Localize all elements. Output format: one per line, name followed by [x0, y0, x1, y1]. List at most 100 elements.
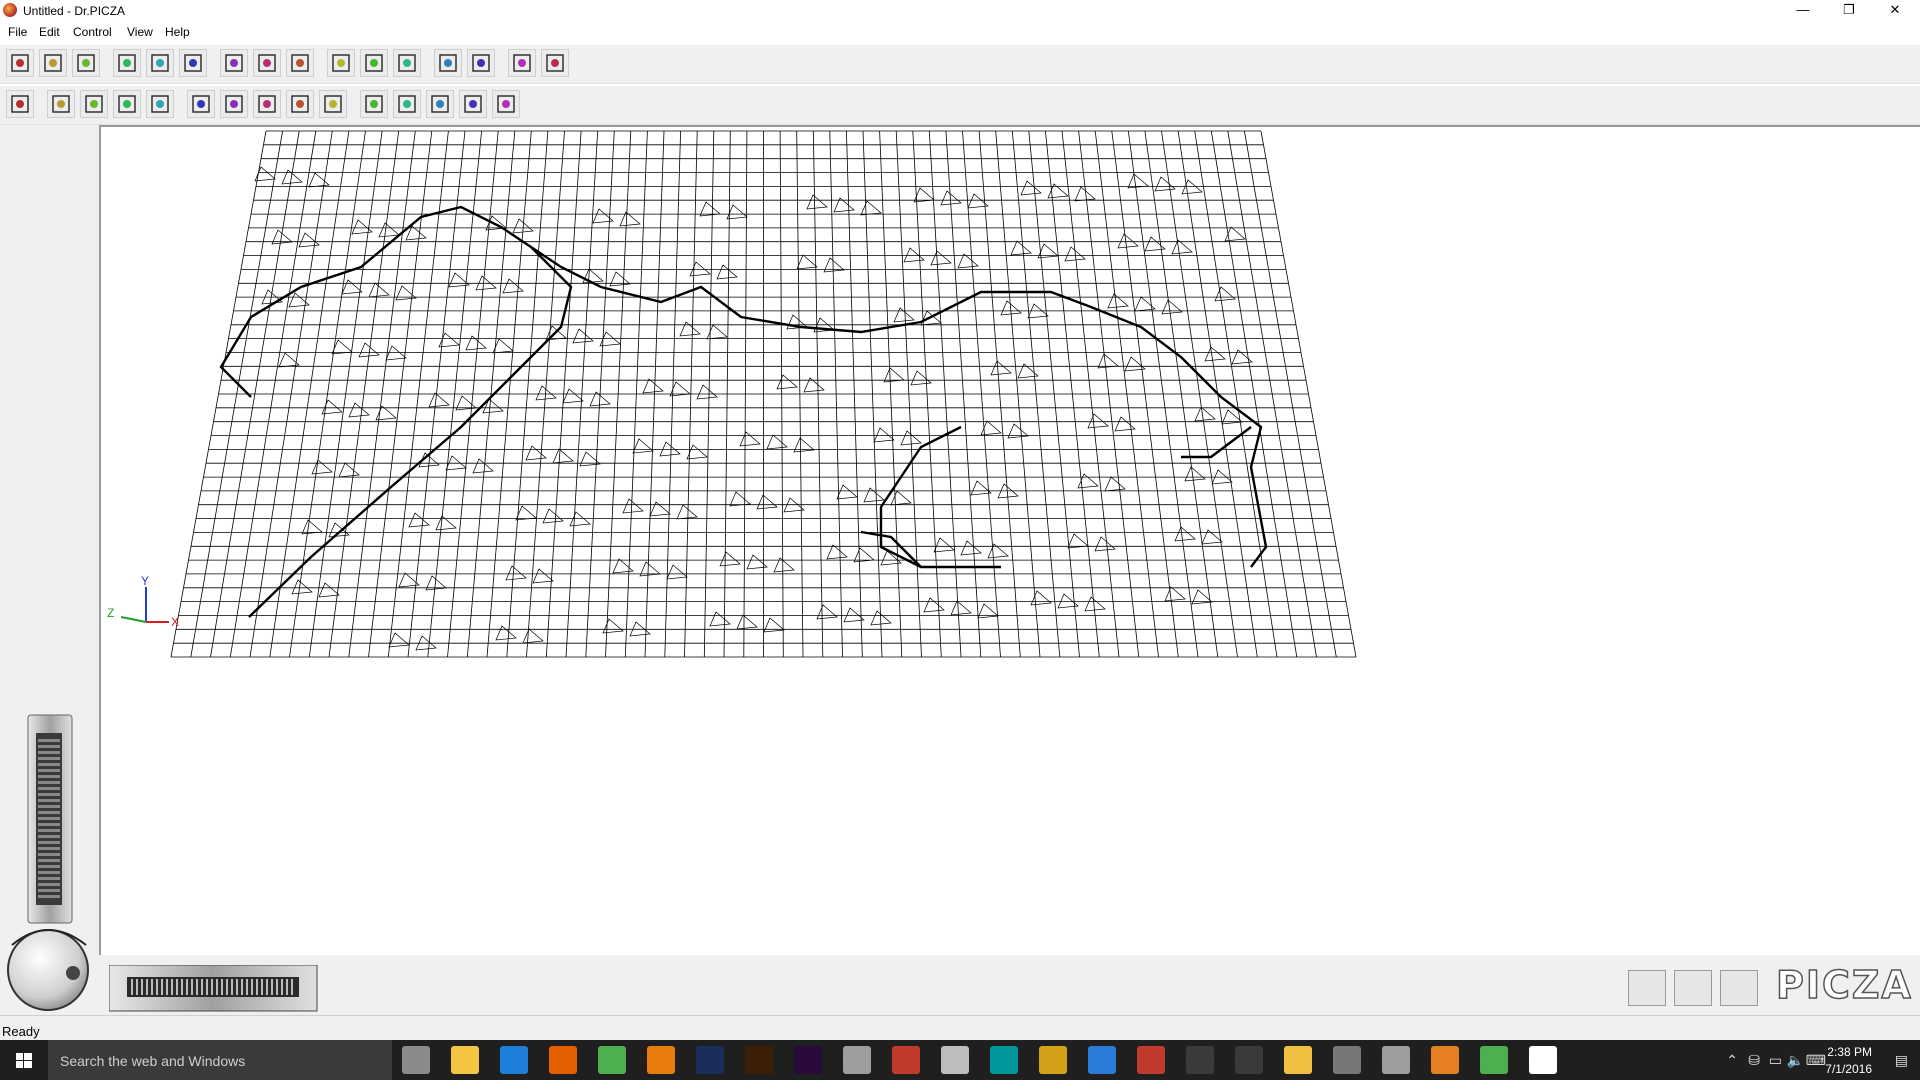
wireframe-mesh: Y X Z [107, 130, 1357, 658]
power-icon[interactable]: ▭ [1769, 1052, 1782, 1069]
view-3d-button[interactable] [72, 49, 100, 77]
system-tray: ⌃ ⛁ ▭ 🔈 ⌨ 2:38 PM 7/1/2016 ▤ [1680, 1040, 1920, 1080]
calendar-icon[interactable] [1235, 1046, 1263, 1074]
close-button[interactable]: ✕ [1872, 0, 1918, 22]
layers-tool-button[interactable] [434, 49, 462, 77]
rotate-tool-button[interactable] [6, 49, 34, 77]
pan-tool-button[interactable] [39, 49, 67, 77]
app-mail-icon[interactable] [1284, 1046, 1312, 1074]
status-bar: Ready [0, 1015, 1920, 1041]
shade-plain-button[interactable] [253, 49, 281, 77]
zoom-select-button[interactable] [80, 90, 108, 118]
hand-tool-button[interactable] [6, 90, 34, 118]
app-red-icon[interactable] [892, 1046, 920, 1074]
clock-date[interactable]: 7/1/2016 [1825, 1062, 1872, 1076]
view-3d-icon [77, 54, 95, 72]
clock-time[interactable]: 2:38 PM [1827, 1045, 1872, 1059]
exit-door-button[interactable] [1720, 970, 1758, 1006]
picza-logo: PICZA [1775, 963, 1913, 1007]
start-button[interactable] [0, 1040, 48, 1080]
settings-tool-icon [546, 54, 564, 72]
hand-tool-icon [11, 95, 29, 113]
task-view-icon[interactable] [402, 1046, 430, 1074]
maximize-button[interactable]: ❐ [1826, 0, 1872, 22]
menu-file[interactable]: File [8, 25, 27, 39]
menu-help[interactable]: Help [165, 25, 190, 39]
box-top-button[interactable] [426, 90, 454, 118]
box-iso-icon [497, 95, 515, 113]
app-settings-icon[interactable] [1529, 1046, 1557, 1074]
crop-tool-icon [324, 95, 342, 113]
image-tool-button[interactable] [146, 90, 174, 118]
box-iso-button[interactable] [492, 90, 520, 118]
chevron-up-icon[interactable]: ⌃ [1726, 1052, 1738, 1069]
pick-tool-button[interactable] [113, 90, 141, 118]
status-text: Ready [2, 1024, 40, 1039]
box-front-button[interactable] [360, 90, 388, 118]
arduino-icon[interactable] [990, 1046, 1018, 1074]
notifications-icon[interactable]: ▤ [1895, 1052, 1908, 1069]
box-side-button[interactable] [393, 90, 421, 118]
photoshop-icon[interactable] [696, 1046, 724, 1074]
select-rect-button[interactable] [47, 90, 75, 118]
menu-control[interactable]: Control [73, 25, 112, 39]
calculator-icon[interactable] [1186, 1046, 1214, 1074]
grid-tool-button[interactable] [286, 90, 314, 118]
axis-label-x: X [171, 615, 179, 629]
app-film-icon[interactable] [1333, 1046, 1361, 1074]
zoom-in-icon [118, 54, 136, 72]
minimize-button[interactable]: — [1780, 0, 1826, 22]
visual-studio-icon[interactable] [1088, 1046, 1116, 1074]
menu-view[interactable]: View [127, 25, 153, 39]
shade-plain-icon [258, 54, 276, 72]
print-button[interactable] [1674, 970, 1712, 1006]
toolbar-bottom [0, 86, 1920, 125]
mirror-h-button[interactable] [220, 90, 248, 118]
settings-tool-button[interactable] [541, 49, 569, 77]
taskbar-search[interactable]: Search the web and Windows [48, 1040, 392, 1080]
app-badger2-icon[interactable] [1382, 1046, 1410, 1074]
wireframe-button[interactable] [220, 49, 248, 77]
edge-icon[interactable] [500, 1046, 528, 1074]
window-view-button[interactable] [1628, 970, 1666, 1006]
draw-pen-button[interactable] [360, 49, 388, 77]
chrome-2-icon[interactable] [1480, 1046, 1508, 1074]
premiere-icon[interactable] [794, 1046, 822, 1074]
scan-tool-icon [513, 54, 531, 72]
app-eagle-icon[interactable] [1137, 1046, 1165, 1074]
fill-tool-button[interactable] [327, 49, 355, 77]
volume-icon[interactable]: 🔈 [1787, 1052, 1804, 1069]
axis-indicator: Y X Z [107, 574, 179, 629]
box-rear-button[interactable] [459, 90, 487, 118]
crop-tool-button[interactable] [319, 90, 347, 118]
chrome-icon[interactable] [598, 1046, 626, 1074]
blank-tool-button[interactable] [393, 49, 421, 77]
zoom-out-button[interactable] [146, 49, 174, 77]
3d-viewport[interactable]: Y X Z [99, 125, 1920, 955]
keyboard-icon[interactable]: ⌨ [1806, 1052, 1826, 1069]
box-front-icon [365, 95, 383, 113]
app-tools-icon[interactable] [941, 1046, 969, 1074]
blender-icon[interactable] [647, 1046, 675, 1074]
scan-tool-button[interactable] [508, 49, 536, 77]
curve-tool-button[interactable] [253, 90, 281, 118]
wireframe-icon [225, 54, 243, 72]
illustrator-icon[interactable] [745, 1046, 773, 1074]
shade-sphere-button[interactable] [286, 49, 314, 77]
zoom-in-button[interactable] [113, 49, 141, 77]
mirror-v-button[interactable] [187, 90, 215, 118]
print-preview-button[interactable] [467, 49, 495, 77]
dr-picza-icon[interactable] [1431, 1046, 1459, 1074]
curve-tool-icon [258, 95, 276, 113]
menu-edit[interactable]: Edit [39, 25, 60, 39]
app-badger-icon[interactable] [843, 1046, 871, 1074]
toolbar-top [0, 45, 1920, 84]
search-placeholder: Search the web and Windows [60, 1053, 246, 1069]
file-explorer-icon[interactable] [451, 1046, 479, 1074]
app-icon [3, 3, 17, 17]
zoom-fit-button[interactable] [179, 49, 207, 77]
firefox-icon[interactable] [549, 1046, 577, 1074]
pan-tool-icon [44, 54, 62, 72]
app-mortar-icon[interactable] [1039, 1046, 1067, 1074]
network-icon[interactable]: ⛁ [1748, 1052, 1760, 1069]
